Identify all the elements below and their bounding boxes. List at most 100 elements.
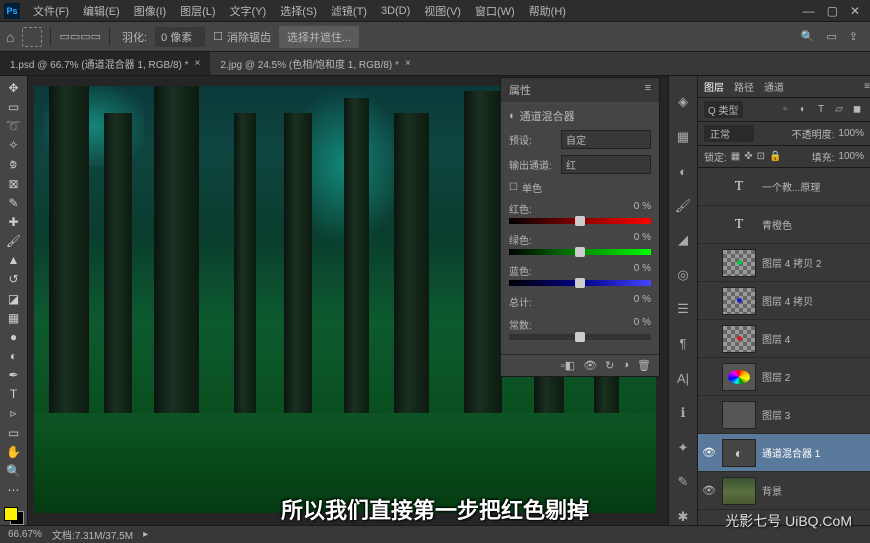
channel-slider[interactable]: [509, 249, 651, 255]
filter-type-icon[interactable]: T: [814, 103, 828, 117]
layer-name[interactable]: 一个教...原理: [762, 179, 866, 194]
tab-paths[interactable]: 路径: [734, 79, 754, 94]
channel-value[interactable]: 0: [634, 232, 640, 243]
zoom-level[interactable]: 66.67%: [8, 529, 42, 540]
channel-value[interactable]: 0: [634, 263, 640, 274]
current-tool-icon[interactable]: [22, 27, 42, 47]
zoom-tool[interactable]: 🔍: [4, 463, 24, 479]
layer-name[interactable]: 图层 4: [762, 331, 866, 346]
swatches-icon[interactable]: ▦: [674, 129, 692, 146]
visibility-toggle[interactable]: 👁: [702, 484, 716, 497]
adjustments-icon[interactable]: ◢: [674, 232, 692, 249]
menu-image[interactable]: 图像(I): [127, 3, 173, 19]
filter-kind-select[interactable]: Q 类型: [704, 101, 743, 118]
layer-row[interactable]: T一个教...原理: [698, 168, 870, 206]
menu-type[interactable]: 文字(Y): [223, 3, 274, 19]
lock-all-icon[interactable]: 🔒: [769, 151, 781, 162]
search-icon[interactable]: 🔍: [801, 30, 815, 43]
status-caret-icon[interactable]: ▸: [143, 529, 148, 540]
window-restore-icon[interactable]: ▢: [827, 4, 838, 18]
layer-name[interactable]: 图层 4 拷贝 2: [762, 255, 866, 270]
menu-filter[interactable]: 滤镜(T): [324, 3, 374, 19]
panel-menu-icon[interactable]: ≡: [645, 82, 651, 98]
info-icon[interactable]: ℹ: [674, 405, 692, 422]
channel-value[interactable]: 0: [634, 201, 640, 212]
menu-3d[interactable]: 3D(D): [374, 5, 417, 17]
filter-shape-icon[interactable]: ▱: [832, 103, 846, 117]
panel-menu-icon[interactable]: ≡: [864, 81, 870, 92]
settings-icon[interactable]: ✱: [674, 508, 692, 525]
clone-icon[interactable]: ✎: [674, 474, 692, 491]
lasso-preset-icon[interactable]: ▭▭▭▭: [59, 30, 101, 43]
doc-tab-2[interactable]: 2.jpg @ 24.5% (色相/饱和度 1, RGB/8) * ×: [210, 52, 420, 75]
doc-size[interactable]: 文档:7.31M/37.5M: [52, 527, 133, 542]
layer-name[interactable]: 图层 2: [762, 369, 866, 384]
type-tool[interactable]: T: [4, 386, 24, 402]
window-minimize-icon[interactable]: —: [803, 4, 815, 18]
healing-tool[interactable]: ✚: [4, 214, 24, 230]
layer-name[interactable]: 背景: [762, 483, 866, 498]
layer-row[interactable]: 图层 4 拷贝 2: [698, 244, 870, 282]
layer-row[interactable]: T青橙色: [698, 206, 870, 244]
hand-tool[interactable]: ✋: [4, 444, 24, 460]
layer-name[interactable]: 图层 4 拷贝: [762, 293, 866, 308]
cube-icon[interactable]: ◈: [674, 94, 692, 111]
layer-row[interactable]: 👁 背景: [698, 472, 870, 510]
menu-help[interactable]: 帮助(H): [522, 3, 573, 19]
crop-tool[interactable]: ⟄: [4, 157, 24, 173]
filter-pixel-icon[interactable]: ▫: [778, 103, 792, 117]
properties-panel[interactable]: 属性≡ ◐通道混合器 预设:自定 输出通道:红 ☐单色 红色:0 %绿色:0 %…: [500, 77, 660, 377]
layer-name[interactable]: 通道混合器 1: [762, 445, 866, 460]
reset-icon[interactable]: ↻: [605, 359, 614, 372]
shape-tool[interactable]: ▭: [4, 425, 24, 441]
previous-icon[interactable]: ◑: [622, 359, 629, 372]
menu-layer[interactable]: 图层(L): [173, 3, 222, 19]
output-channel-select[interactable]: 红: [561, 155, 651, 174]
lock-position-icon[interactable]: ✜: [744, 151, 752, 162]
opacity-value[interactable]: 100%: [838, 128, 864, 139]
layer-row[interactable]: 图层 4 拷贝: [698, 282, 870, 320]
fill-value[interactable]: 100%: [838, 151, 864, 162]
feather-input[interactable]: 0 像素: [155, 27, 205, 47]
navigator-icon[interactable]: ✦: [674, 439, 692, 456]
foreground-color[interactable]: [4, 507, 18, 521]
constant-slider[interactable]: [509, 334, 651, 340]
filter-adj-icon[interactable]: ◐: [796, 103, 810, 117]
visibility-icon[interactable]: 👁: [583, 359, 597, 372]
preset-select[interactable]: 自定: [561, 130, 651, 149]
blur-tool[interactable]: ●: [4, 329, 24, 345]
select-and-mask-button[interactable]: 选择并遮住...: [279, 26, 359, 48]
visibility-toggle[interactable]: 👁: [702, 446, 716, 459]
window-close-icon[interactable]: ✕: [850, 4, 860, 18]
dodge-tool[interactable]: ◐: [4, 348, 24, 364]
blend-mode-select[interactable]: 正常: [704, 125, 754, 142]
eraser-tool[interactable]: ◪: [4, 291, 24, 307]
lasso-tool[interactable]: ➰: [4, 118, 24, 134]
workspace-icon[interactable]: ▭: [826, 30, 836, 43]
brush-icon[interactable]: 🖌: [674, 198, 692, 215]
pen-tool[interactable]: ✒: [4, 367, 24, 383]
menu-select[interactable]: 选择(S): [273, 3, 324, 19]
color-icon[interactable]: ◐: [674, 163, 692, 180]
eyedropper-tool[interactable]: ✎: [4, 195, 24, 211]
tab-channels[interactable]: 通道: [764, 79, 784, 94]
antialias-checkbox[interactable]: ☐: [213, 30, 223, 43]
path-tool[interactable]: ▹: [4, 405, 24, 421]
monochrome-checkbox[interactable]: ☐: [509, 182, 518, 193]
menu-view[interactable]: 视图(V): [417, 3, 468, 19]
layer-row[interactable]: 图层 3: [698, 396, 870, 434]
edit-toolbar[interactable]: ⋯: [4, 482, 24, 498]
layer-row[interactable]: 👁◐通道混合器 1: [698, 434, 870, 472]
share-icon[interactable]: ⇪: [849, 30, 858, 43]
gradient-tool[interactable]: ▦: [4, 310, 24, 326]
move-tool[interactable]: ✥: [4, 80, 24, 96]
lock-artboard-icon[interactable]: ⊡: [757, 151, 765, 162]
trash-icon[interactable]: 🗑: [637, 359, 651, 372]
close-icon[interactable]: ×: [405, 58, 411, 69]
character-icon[interactable]: A|: [674, 370, 692, 387]
layer-row[interactable]: 图层 2: [698, 358, 870, 396]
tab-layers[interactable]: 图层: [704, 79, 724, 94]
channel-slider[interactable]: [509, 280, 651, 286]
menu-edit[interactable]: 编辑(E): [76, 3, 127, 19]
clip-icon[interactable]: ▫◧: [561, 359, 575, 372]
